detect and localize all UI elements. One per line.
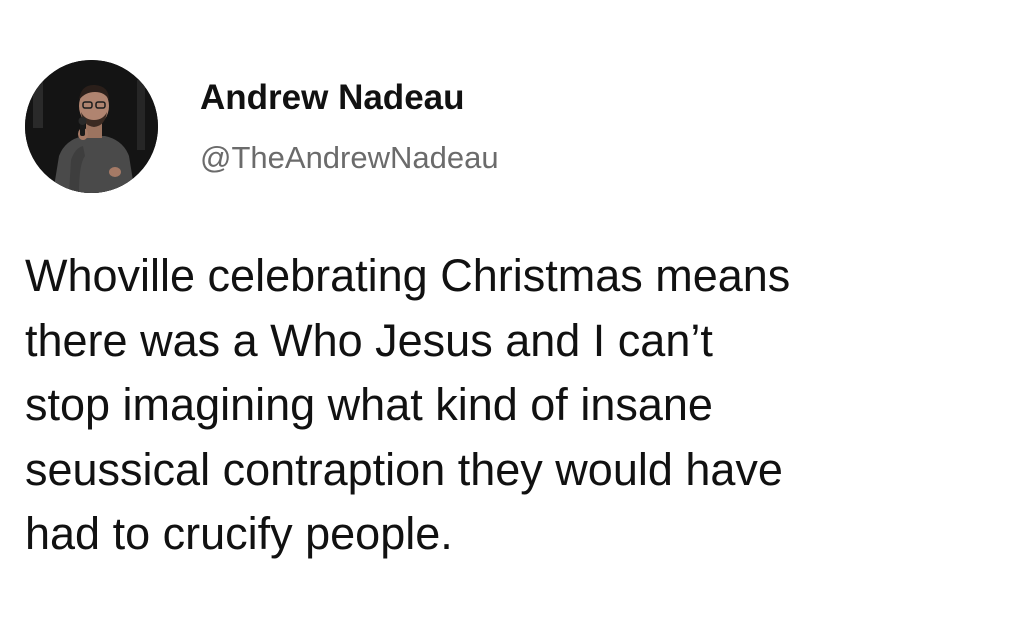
tweet-text: Whoville celebrating Christmas means the… — [25, 244, 1000, 567]
avatar-photo-icon — [25, 60, 158, 193]
user-handle[interactable]: @TheAndrewNadeau — [200, 138, 499, 178]
tweet-text-line: there was a Who Jesus and I can’t — [25, 314, 713, 366]
tweet-text-line: had to crucify people. — [25, 508, 453, 559]
tweet-text-line: seussical contraption they would have — [25, 443, 783, 495]
display-name[interactable]: Andrew Nadeau — [200, 76, 465, 120]
avatar[interactable] — [25, 60, 158, 193]
tweet-text-line: stop imagining what kind of insane — [25, 379, 713, 430]
tweet-text-line: Whoville celebrating Christmas means — [25, 250, 791, 301]
tweet-card: Andrew Nadeau @TheAndrewNadeau Whoville … — [0, 0, 1024, 638]
